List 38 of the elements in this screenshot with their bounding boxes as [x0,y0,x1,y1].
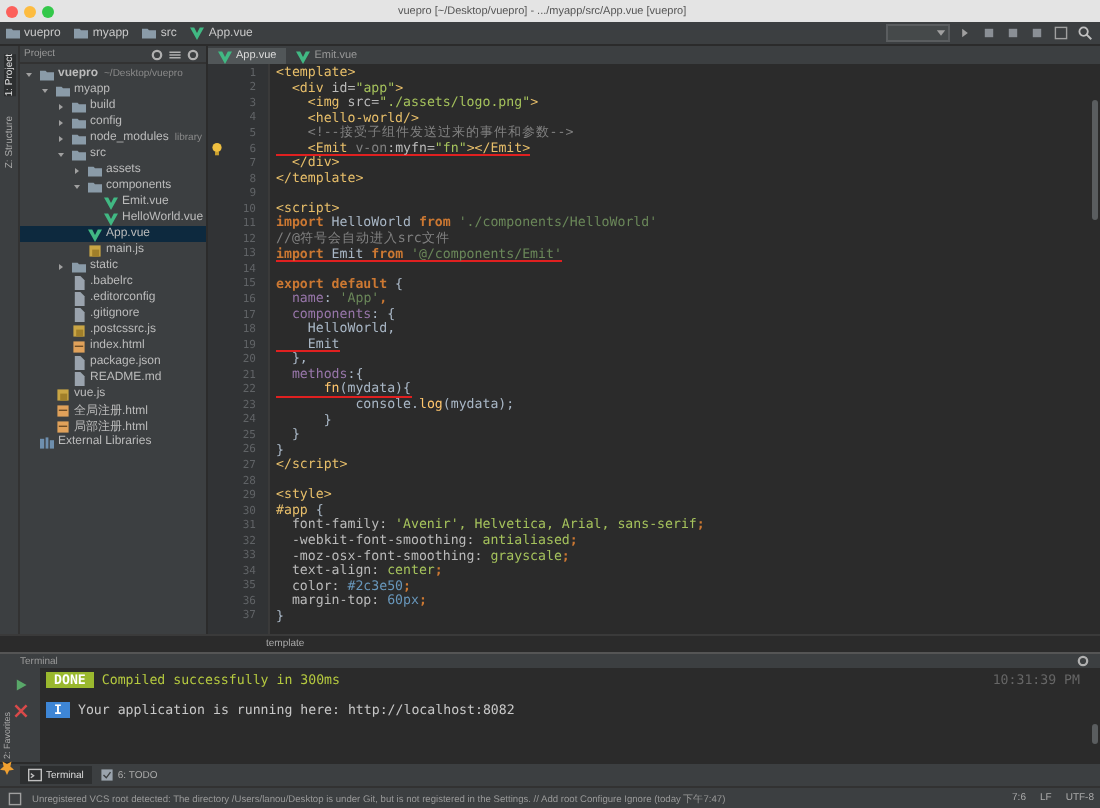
scrollbar-thumb[interactable] [1091,100,1097,220]
square-icon [982,26,996,40]
scrollbar-thumb[interactable] [1091,724,1097,744]
library-icon [40,435,54,449]
square-icon [1054,26,1068,40]
settings-icon [1076,654,1090,668]
run-config-dropdown[interactable] [886,24,950,42]
settings-icon [150,47,164,61]
close-icon [13,704,27,718]
js-file-icon [56,387,70,401]
settings-button[interactable] [1074,652,1092,670]
collapsed-arrow-icon [56,261,66,271]
folder-icon [6,26,20,40]
star-icon [0,762,14,776]
play-icon [958,26,972,40]
folder-icon [142,26,157,40]
lines-icon [168,47,182,61]
expanded-arrow-icon [72,181,82,191]
tool-windows-button[interactable] [6,789,24,807]
square-icon [1030,26,1044,40]
js-file-icon [72,323,86,337]
html-file-icon [72,339,86,353]
close-button[interactable] [11,702,29,720]
js-file-icon [88,243,102,257]
panel-button[interactable] [166,46,184,63]
search-icon [1078,26,1092,40]
square-icon [1006,26,1020,40]
search-button[interactable] [1076,24,1094,42]
caret-icon [934,26,948,40]
terminal-icon [28,768,42,782]
settings-icon [186,47,200,61]
new-session-button[interactable] [11,676,29,694]
collapsed-arrow-icon [72,165,82,175]
folder-icon [74,26,89,40]
expanded-arrow-icon [56,149,66,159]
square-icon [8,791,22,805]
folder-icon [72,259,86,273]
play-icon [13,678,27,692]
